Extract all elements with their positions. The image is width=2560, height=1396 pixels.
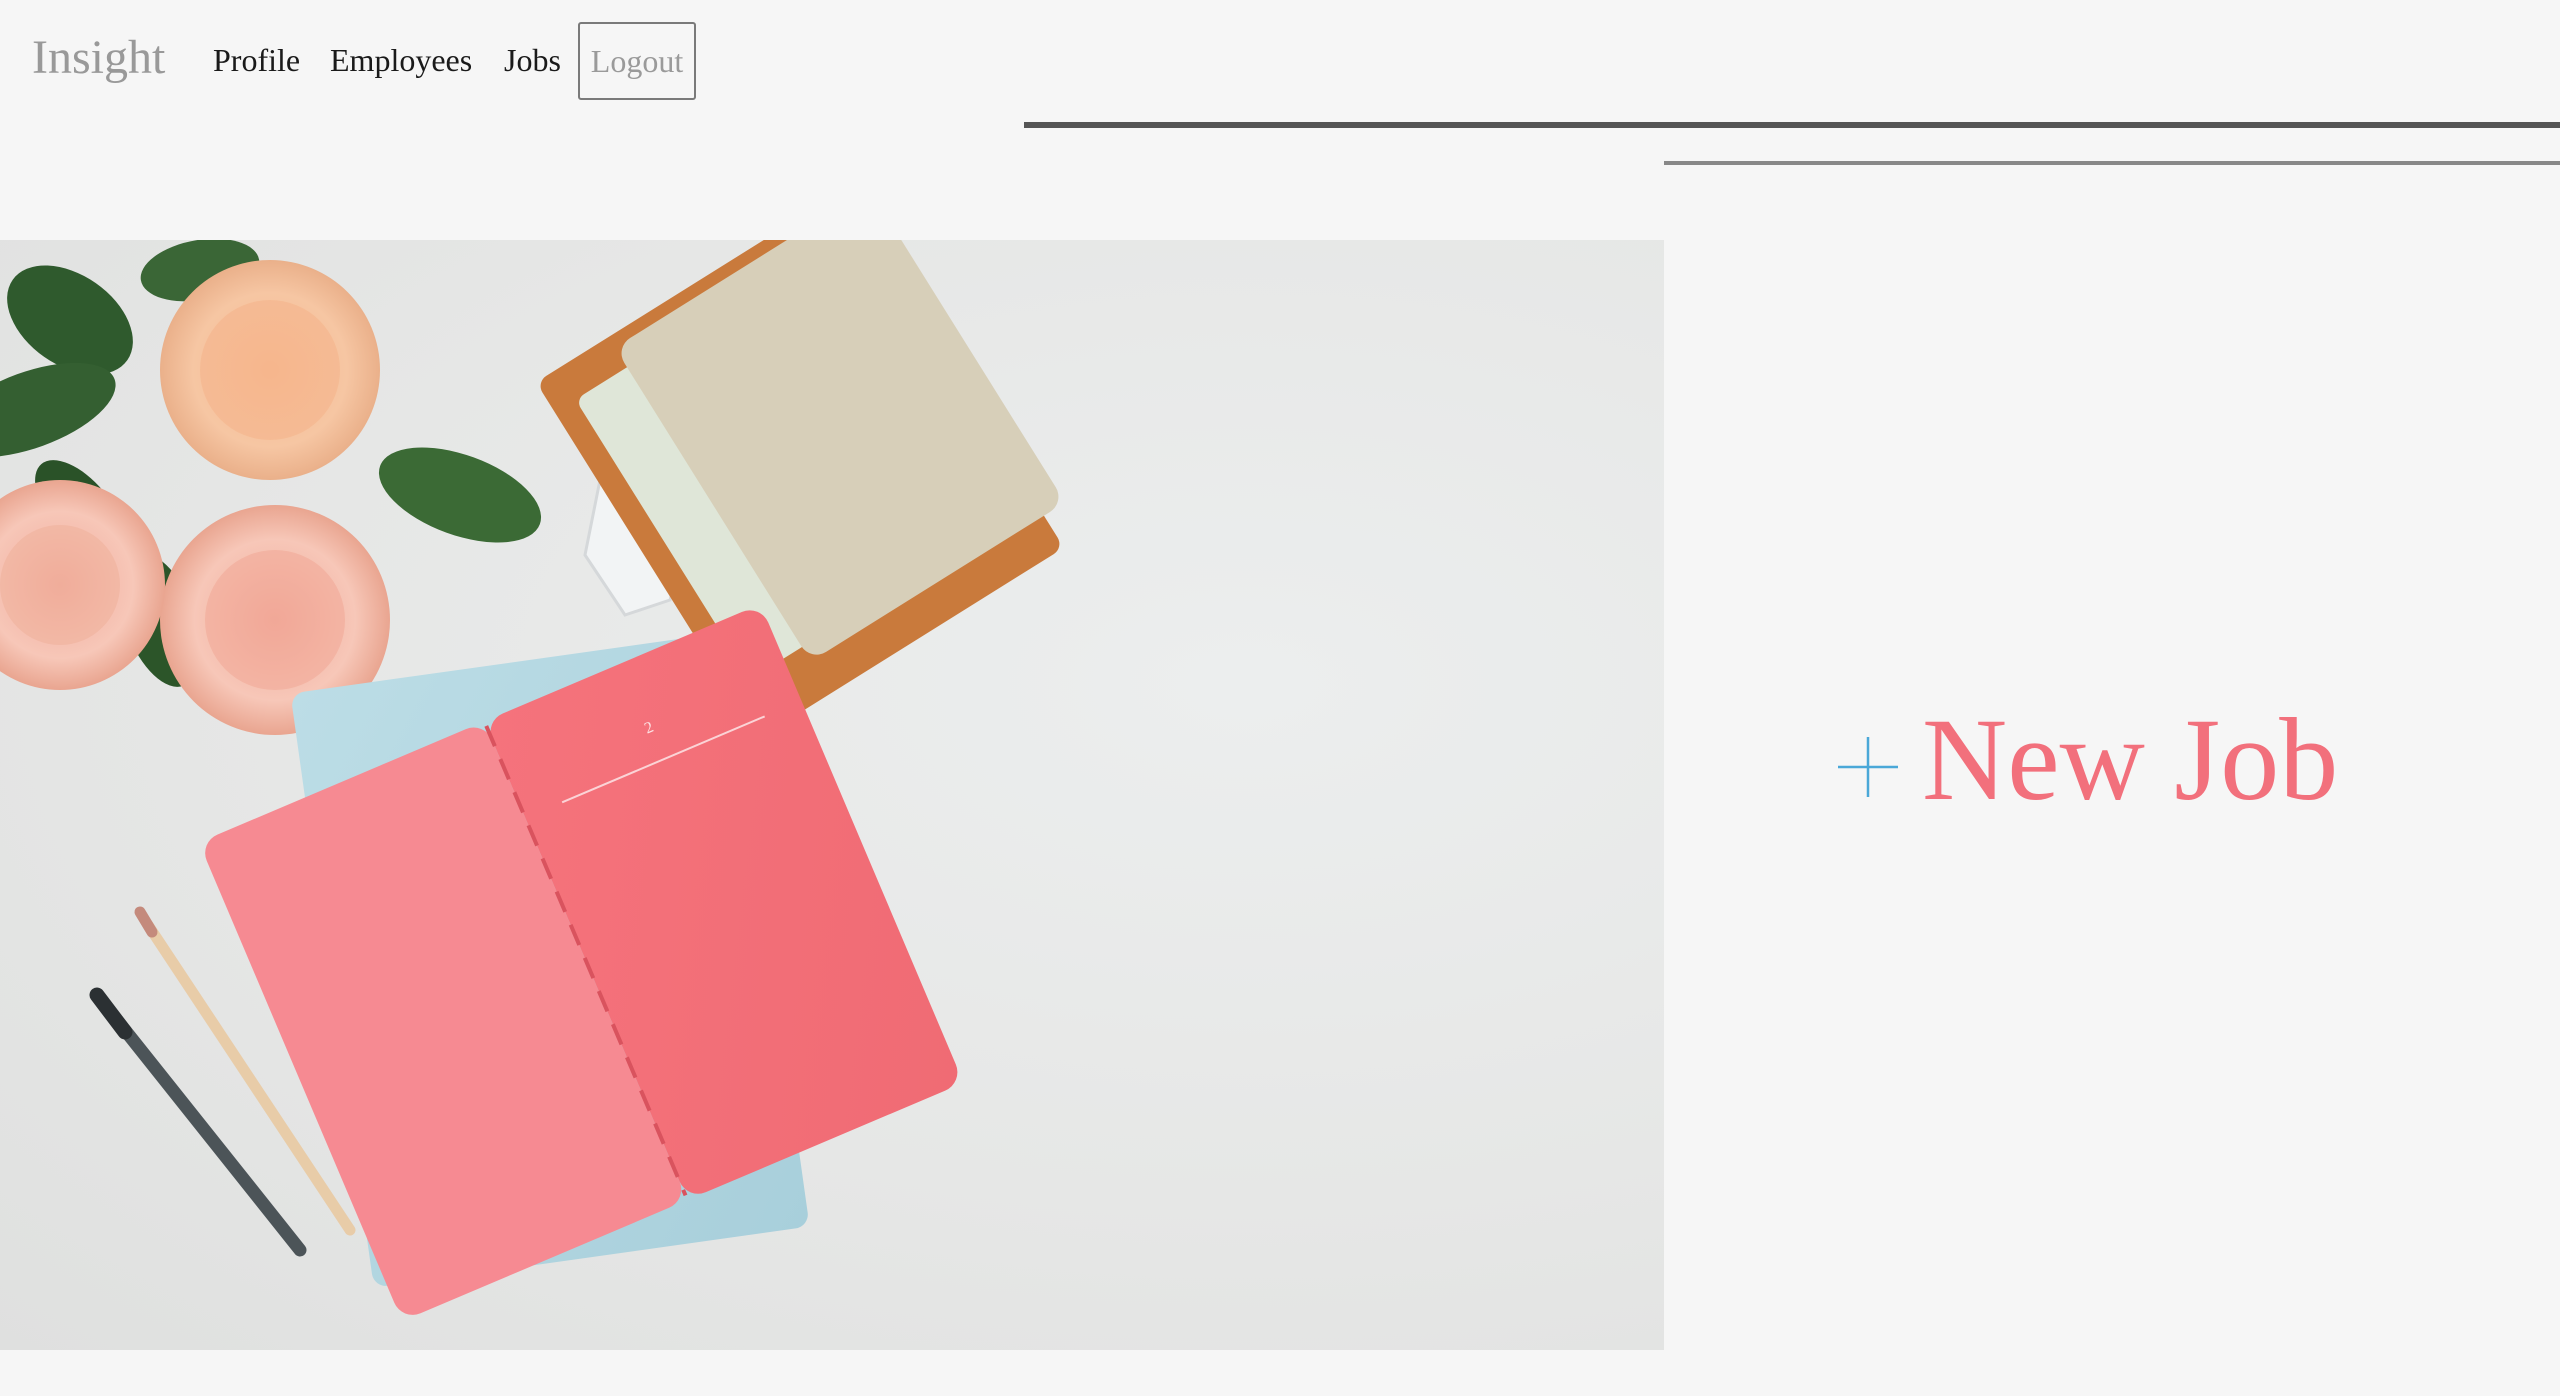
nav-link-profile[interactable]: Profile	[213, 42, 300, 79]
nav-link-employees[interactable]: Employees	[330, 42, 472, 79]
navbar: Insight Profile Employees Jobs Logout	[0, 0, 2560, 124]
page: Insight Profile Employees Jobs Logout 2 …	[0, 0, 2560, 1396]
new-job-label: New Job	[1922, 694, 2339, 825]
logout-button[interactable]: Logout	[578, 22, 696, 100]
header-divider-bottom	[1664, 161, 2560, 165]
desk-flatlay-illustration: 2	[0, 240, 1060, 1315]
hero-image: 2	[0, 240, 1664, 1350]
nav-link-jobs[interactable]: Jobs	[504, 42, 561, 79]
header-divider-top	[1024, 122, 2560, 128]
brand-logo[interactable]: Insight	[32, 30, 165, 85]
new-job-button[interactable]: New Job	[1836, 690, 2338, 830]
plus-icon	[1838, 737, 1898, 797]
